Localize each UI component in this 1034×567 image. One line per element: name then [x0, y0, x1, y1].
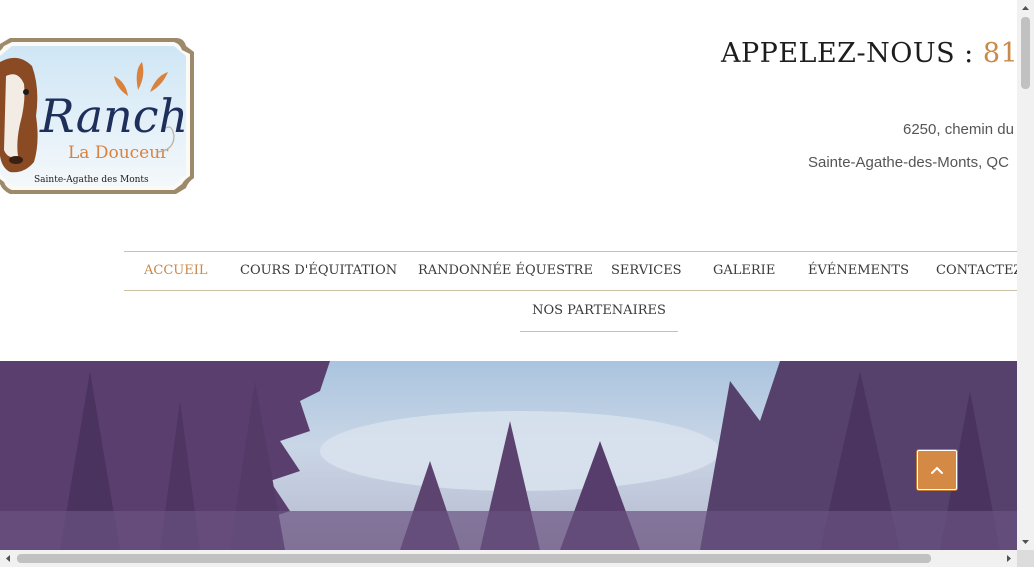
svg-text:Ranch: Ranch — [39, 89, 188, 143]
nav-item-cours-equitation[interactable]: COURS D'ÉQUITATION — [240, 252, 397, 290]
svg-text:Sainte-Agathe des Monts: Sainte-Agathe des Monts — [34, 175, 149, 185]
scroll-down-arrow-icon[interactable] — [1017, 533, 1034, 550]
horizontal-scrollbar-thumb[interactable] — [17, 554, 931, 563]
svg-text:La Douceur: La Douceur — [68, 143, 169, 163]
nav-item-nos-partenaires[interactable]: NOS PARTENAIRES — [520, 290, 678, 332]
back-to-top-button[interactable] — [917, 450, 957, 490]
chevron-up-icon — [931, 466, 943, 474]
scrollbar-corner — [1017, 550, 1034, 567]
scroll-left-arrow-icon[interactable] — [0, 550, 17, 567]
main-navigation: ACCUEIL COURS D'ÉQUITATION RANDONNÉE ÉQU… — [124, 251, 1017, 291]
nav-item-accueil[interactable]: ACCUEIL — [144, 252, 208, 290]
vertical-scrollbar-thumb[interactable] — [1021, 17, 1030, 89]
nav-item-contactez[interactable]: CONTACTEZ- — [936, 252, 1017, 290]
phone-number[interactable]: 819-321 — [983, 38, 1017, 69]
call-us-label: APPELEZ-NOUS : — [721, 38, 983, 69]
nav-item-evenements[interactable]: ÉVÉNEMENTS — [808, 252, 909, 290]
address-line-2: Sainte-Agathe-des-Monts, QC — [808, 154, 1009, 171]
vertical-scrollbar[interactable] — [1017, 0, 1034, 550]
horizontal-scrollbar[interactable] — [0, 550, 1017, 567]
page-viewport: Ranch La Douceur Sainte-Agathe des Monts… — [0, 0, 1017, 550]
call-us-heading: APPELEZ-NOUS : 819-321 — [721, 38, 1017, 69]
nav-item-services[interactable]: SERVICES — [611, 252, 682, 290]
site-logo[interactable]: Ranch La Douceur Sainte-Agathe des Monts — [0, 32, 198, 198]
address-line-1: 6250, chemin du — [903, 121, 1014, 138]
nav-item-randonnee-equestre[interactable]: RANDONNÉE ÉQUESTRE — [418, 252, 593, 290]
nav-item-galerie[interactable]: GALERIE — [713, 252, 775, 290]
scroll-right-arrow-icon[interactable] — [1000, 550, 1017, 567]
hero-image — [0, 361, 1017, 550]
scroll-up-arrow-icon[interactable] — [1017, 0, 1034, 17]
